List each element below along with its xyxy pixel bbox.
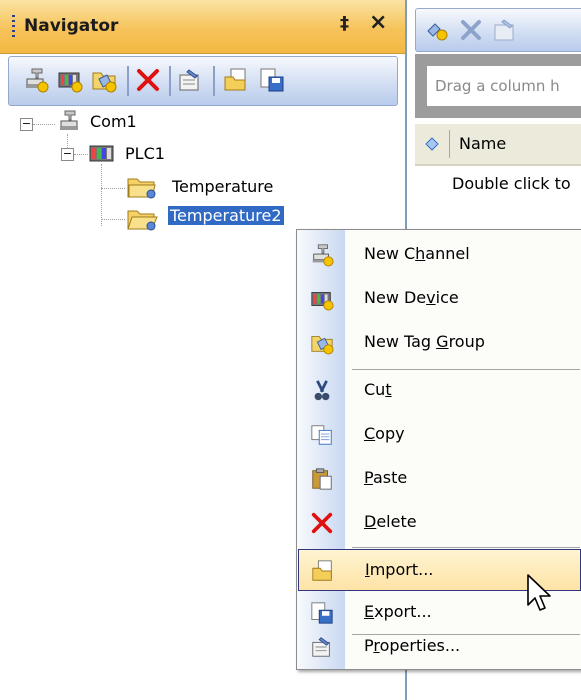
column-divider[interactable] xyxy=(449,130,450,158)
column-header-name[interactable]: Name xyxy=(459,134,506,153)
tree-item-plc1[interactable]: PLC1 xyxy=(125,144,165,163)
pin-icon[interactable]: ‡ xyxy=(340,13,349,34)
toolbar-separator xyxy=(213,66,215,96)
new-channel-icon xyxy=(312,244,334,267)
menu-label: Import... xyxy=(365,560,434,579)
menu-label: Paste xyxy=(364,468,408,487)
import-icon xyxy=(312,560,332,581)
toolbar-separator xyxy=(127,66,129,96)
tree-connector xyxy=(33,124,55,125)
menu-item-new-device[interactable]: New Device xyxy=(298,278,581,320)
copy-icon xyxy=(311,425,332,445)
import-icon[interactable] xyxy=(223,67,249,93)
new-device-icon xyxy=(311,292,334,311)
paste-icon xyxy=(312,468,332,490)
menu-label: Delete xyxy=(364,512,417,531)
navigator-title-bar[interactable]: Navigator ‡ × xyxy=(0,0,405,54)
toolbar-separator xyxy=(169,66,171,96)
cut-icon xyxy=(314,380,330,401)
menu-label: New Channel xyxy=(364,244,470,263)
properties-icon[interactable] xyxy=(177,67,203,93)
channel-icon xyxy=(60,110,78,130)
menu-separator xyxy=(352,547,580,548)
tree-item-com1[interactable]: Com1 xyxy=(90,112,137,131)
new-tag-group-icon[interactable] xyxy=(91,67,117,93)
menu-label: Properties... xyxy=(364,636,461,655)
empty-list-hint: Double click to xyxy=(452,174,571,193)
menu-item-copy[interactable]: Copy xyxy=(298,414,581,456)
tree-expander-com1[interactable]: − xyxy=(20,118,33,131)
grip-handle[interactable] xyxy=(12,15,15,39)
tag-toolbar xyxy=(415,8,581,52)
group-by-area[interactable]: Drag a column h xyxy=(415,54,581,118)
new-channel-icon[interactable] xyxy=(23,67,49,93)
tree-connector xyxy=(101,219,125,220)
menu-item-properties[interactable]: Properties... xyxy=(298,626,581,668)
delete-icon xyxy=(311,512,333,534)
mouse-pointer-icon xyxy=(527,574,551,611)
tag-group-icon xyxy=(127,178,156,199)
column-header-row: Name xyxy=(415,124,581,166)
properties-icon xyxy=(312,637,330,657)
menu-label: Export... xyxy=(364,602,432,621)
menu-label: New Tag Group xyxy=(364,332,485,351)
tree-item-temperature2[interactable]: Temperature2 xyxy=(167,205,285,226)
menu-item-new-tag-group[interactable]: New Tag Group xyxy=(298,322,581,364)
new-tag-icon[interactable] xyxy=(424,17,450,43)
close-icon[interactable]: × xyxy=(369,10,387,35)
menu-item-delete[interactable]: Delete xyxy=(298,502,581,544)
tag-properties-icon[interactable] xyxy=(492,17,518,43)
menu-item-cut[interactable]: Cut xyxy=(298,370,581,412)
menu-label: New Device xyxy=(364,288,459,307)
menu-label: Cut xyxy=(364,380,392,399)
menu-item-paste[interactable]: Paste xyxy=(298,458,581,500)
export-icon xyxy=(311,602,333,624)
tree-expander-plc1[interactable]: − xyxy=(61,148,74,161)
new-device-icon[interactable] xyxy=(57,67,83,93)
device-icon xyxy=(89,145,114,162)
navigator-title: Navigator xyxy=(24,16,119,36)
delete-icon[interactable] xyxy=(135,67,161,93)
tree-item-temperature[interactable]: Temperature xyxy=(172,177,273,196)
tag-group-open-icon xyxy=(127,210,158,231)
group-by-hint: Drag a column h xyxy=(427,66,581,106)
menu-item-new-channel[interactable]: New Channel xyxy=(298,234,581,276)
menu-label: Copy xyxy=(364,424,405,443)
tree-connector xyxy=(101,164,102,226)
tree-connector xyxy=(74,154,88,155)
diamond-icon xyxy=(425,137,439,151)
tree-connector xyxy=(101,188,125,189)
new-tag-group-icon xyxy=(311,336,334,355)
delete-tag-icon[interactable] xyxy=(458,17,484,43)
navigator-toolbar xyxy=(8,56,398,106)
export-icon[interactable] xyxy=(259,67,285,93)
